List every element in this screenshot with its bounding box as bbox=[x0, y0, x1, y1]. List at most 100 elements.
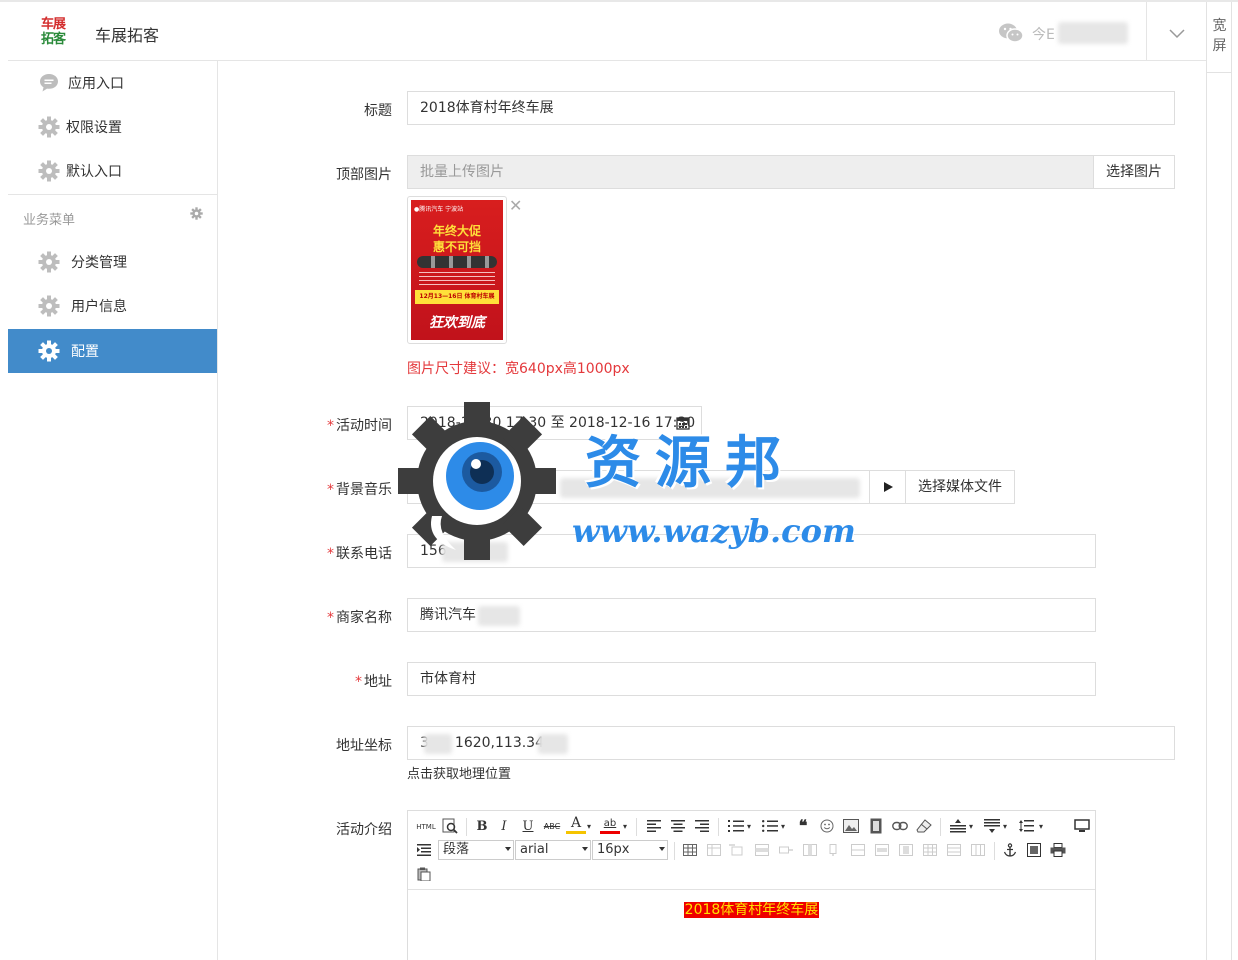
fullscreen-icon[interactable] bbox=[1072, 816, 1092, 836]
sidebar-item-label: 默认入口 bbox=[66, 164, 122, 180]
paragraph-spacing-top-icon[interactable] bbox=[948, 816, 968, 836]
font-family-select[interactable]: arial bbox=[515, 840, 591, 860]
toolbar-separator bbox=[466, 818, 467, 836]
sidebar-item-user-info[interactable]: 用户信息 bbox=[8, 284, 217, 328]
delete-table-icon[interactable] bbox=[704, 840, 724, 860]
font-color-icon[interactable]: A bbox=[566, 815, 586, 834]
blockquote-icon[interactable]: ❝ bbox=[793, 815, 813, 835]
banner-label: 顶部图片 bbox=[336, 167, 392, 183]
highlight-color-icon[interactable]: ab bbox=[600, 815, 620, 834]
wechat-icon[interactable] bbox=[998, 22, 1024, 44]
strikethrough-icon[interactable]: ABC bbox=[542, 816, 562, 836]
align-center-icon[interactable] bbox=[668, 816, 688, 836]
anchor-icon[interactable] bbox=[1000, 840, 1020, 860]
paragraph-format-value: 段落 bbox=[443, 842, 470, 857]
editor-toolbar: HTML B I U ABC A ▾ ab ▾ ▾ ▾ ❝ ▾ ▾ ▾ 段落 a… bbox=[408, 811, 1095, 890]
underline-icon[interactable]: U bbox=[518, 816, 538, 836]
font-size-select[interactable]: 16px bbox=[592, 840, 668, 860]
editor-text: 2018体育村年终车展 bbox=[683, 902, 820, 918]
paragraph-format-select[interactable]: 段落 bbox=[438, 840, 514, 860]
banner-thumbnail[interactable]: ●腾讯汽车 宁波站 年终大促 惠不可挡 12月13—16日 体育村车展 狂欢到底 bbox=[407, 196, 507, 344]
eraser-icon[interactable] bbox=[914, 816, 934, 836]
play-button[interactable] bbox=[869, 470, 906, 504]
get-location-link[interactable]: 点击获取地理位置 bbox=[407, 763, 511, 782]
header: 车展 拓客 车展拓客 今E bbox=[8, 2, 1206, 61]
merge-down-icon[interactable] bbox=[896, 840, 916, 860]
delete-column-icon[interactable] bbox=[824, 840, 844, 860]
sidebar-item-app-entry[interactable]: 应用入口 bbox=[8, 61, 217, 105]
insert-table-icon[interactable] bbox=[680, 840, 700, 860]
split-columns-icon[interactable] bbox=[968, 840, 988, 860]
image-icon[interactable] bbox=[841, 816, 861, 836]
title-input[interactable]: 2018体育村年终车展 bbox=[407, 91, 1175, 125]
sidebar-item-permissions[interactable]: 权限设置 bbox=[8, 105, 217, 149]
coords-input[interactable]: 31620,113.34 bbox=[407, 726, 1175, 760]
remove-image-icon[interactable]: ✕ bbox=[509, 198, 522, 214]
section-divider bbox=[8, 194, 217, 195]
italic-icon[interactable]: I bbox=[494, 816, 514, 836]
font-family-value: arial bbox=[520, 842, 549, 857]
user-name[interactable]: 今E bbox=[1032, 24, 1055, 44]
paragraph-spacing-bottom-icon[interactable] bbox=[982, 816, 1002, 836]
insert-frame-icon[interactable] bbox=[1024, 840, 1044, 860]
sidebar-item-default-entry[interactable]: 默认入口 bbox=[8, 149, 217, 193]
unordered-list-icon[interactable] bbox=[760, 816, 780, 836]
align-left-icon[interactable] bbox=[644, 816, 664, 836]
toolbar-separator bbox=[674, 842, 675, 860]
watermark-title: 资源邦 bbox=[585, 430, 795, 496]
highlight-dropdown-icon[interactable]: ▾ bbox=[620, 816, 630, 836]
app-logo[interactable]: 车展 拓客 bbox=[38, 17, 68, 49]
paste-plain-text-icon[interactable] bbox=[414, 864, 434, 884]
gear-icon bbox=[38, 251, 60, 273]
html-source-button[interactable]: HTML bbox=[414, 817, 438, 837]
address-label-text: 地址 bbox=[364, 674, 392, 690]
wide-divider bbox=[1207, 72, 1232, 73]
user-name-blur bbox=[1058, 22, 1128, 44]
insert-paragraph-before-table-icon[interactable] bbox=[726, 840, 746, 860]
insert-column-icon[interactable] bbox=[800, 840, 820, 860]
preview-icon[interactable] bbox=[440, 816, 460, 836]
print-icon[interactable] bbox=[1048, 840, 1068, 860]
logo-line-1: 车展 bbox=[40, 17, 66, 32]
align-right-icon[interactable] bbox=[692, 816, 712, 836]
wide-label-2: 屏 bbox=[1212, 38, 1227, 54]
delete-row-icon[interactable] bbox=[776, 840, 796, 860]
insert-row-icon[interactable] bbox=[752, 840, 772, 860]
spacing-top-dropdown-icon[interactable]: ▾ bbox=[966, 816, 976, 836]
select-image-button[interactable]: 选择图片 bbox=[1093, 155, 1175, 189]
address-input[interactable]: 市体育村 bbox=[407, 662, 1096, 696]
banner-upload-input[interactable]: 批量上传图片 bbox=[407, 155, 1095, 189]
ordered-list-icon[interactable] bbox=[726, 816, 746, 836]
line-height-icon[interactable] bbox=[1016, 816, 1036, 836]
chevron-down-icon[interactable] bbox=[1168, 24, 1186, 42]
split-cells-icon[interactable] bbox=[920, 840, 940, 860]
rich-text-editor: HTML B I U ABC A ▾ ab ▾ ▾ ▾ ❝ ▾ ▾ ▾ 段落 a… bbox=[407, 810, 1096, 960]
merge-cells-icon[interactable] bbox=[848, 840, 868, 860]
merchant-blur bbox=[478, 606, 520, 626]
spacing-bottom-dropdown-icon[interactable]: ▾ bbox=[1000, 816, 1010, 836]
ordered-list-dropdown-icon[interactable]: ▾ bbox=[744, 816, 754, 836]
unordered-list-dropdown-icon[interactable]: ▾ bbox=[778, 816, 788, 836]
chat-icon bbox=[38, 72, 60, 94]
line-height-dropdown-icon[interactable]: ▾ bbox=[1036, 816, 1046, 836]
split-rows-icon[interactable] bbox=[944, 840, 964, 860]
video-icon[interactable] bbox=[866, 816, 886, 836]
toolbar-separator bbox=[994, 842, 995, 860]
link-icon[interactable] bbox=[890, 816, 910, 836]
sidebar-item-config[interactable]: 配置 bbox=[8, 329, 217, 373]
section-title: 业务菜单 bbox=[23, 213, 76, 228]
select-media-button[interactable]: 选择媒体文件 bbox=[905, 470, 1015, 504]
settings-gear-icon[interactable] bbox=[190, 207, 203, 220]
intro-label: 活动介绍 bbox=[336, 822, 392, 838]
bold-icon[interactable]: B bbox=[472, 816, 492, 836]
merge-right-icon[interactable] bbox=[872, 840, 892, 860]
wide-screen-toggle[interactable]: 宽 屏 bbox=[1207, 16, 1232, 56]
required-mark: * bbox=[327, 610, 334, 626]
indent-icon[interactable] bbox=[414, 840, 434, 860]
emoji-icon[interactable] bbox=[817, 816, 837, 836]
sidebar-item-category[interactable]: 分类管理 bbox=[8, 240, 217, 284]
font-color-dropdown-icon[interactable]: ▾ bbox=[584, 816, 594, 836]
image-size-hint: 图片尺寸建议：宽640px高1000px bbox=[407, 361, 630, 377]
required-mark: * bbox=[355, 674, 362, 690]
editor-content[interactable]: 2018体育村年终车展 bbox=[408, 891, 1095, 919]
